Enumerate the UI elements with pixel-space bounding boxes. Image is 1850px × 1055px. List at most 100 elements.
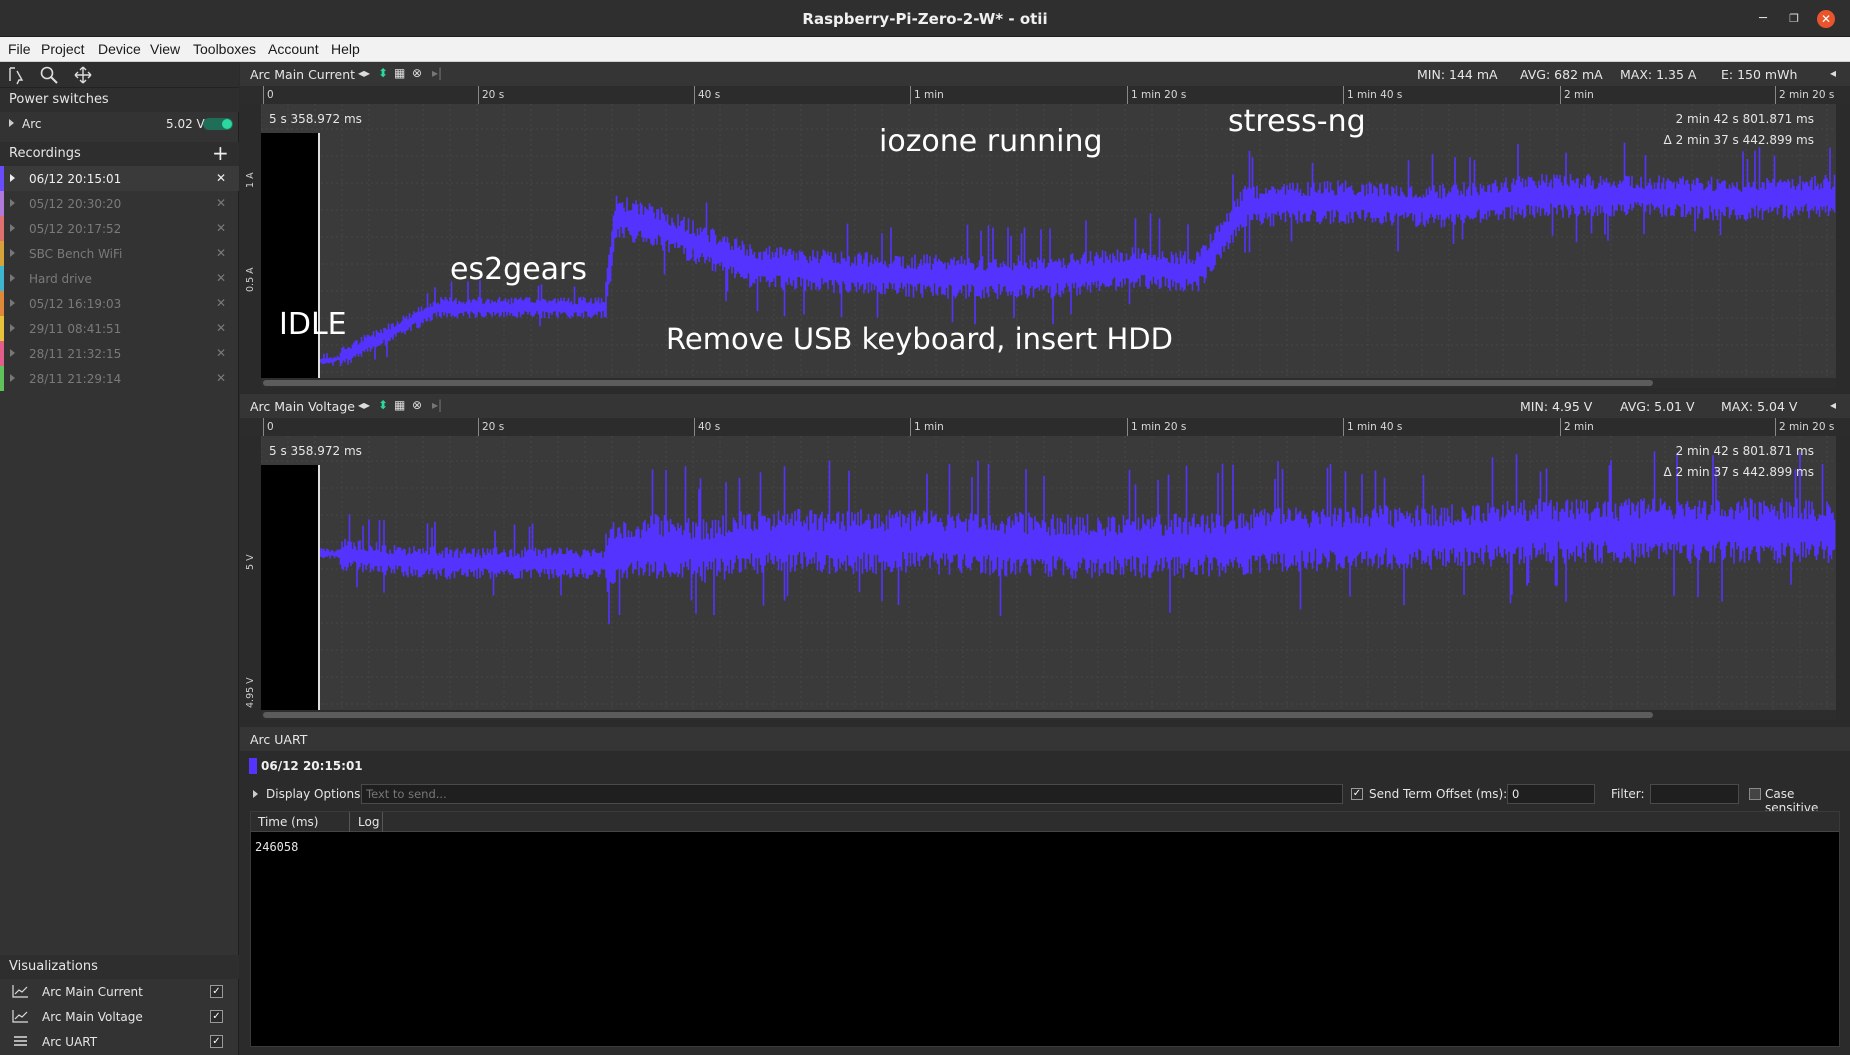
recording-item[interactable]: Hard drive ✕ xyxy=(0,266,239,291)
expand-icon[interactable] xyxy=(10,224,15,232)
vis-arc-main-current[interactable]: Arc Main Current ✓ xyxy=(0,979,239,1004)
uart-table-header: Time (ms) Log xyxy=(251,812,1839,832)
expand-icon[interactable] xyxy=(10,299,15,307)
display-options-toggle[interactable]: Display Options xyxy=(266,787,360,801)
recording-item[interactable]: 28/11 21:32:15 ✕ xyxy=(0,341,239,366)
table-row-time[interactable]: 246058 xyxy=(255,840,298,854)
current-plot[interactable]: 5 s 358.972 ms 2 min 42 s 801.871 ms Δ 2… xyxy=(261,104,1836,379)
menu-bar: File Project Device View Toolboxes Accou… xyxy=(0,37,1850,62)
play-to-end-icon[interactable]: ▸| xyxy=(432,66,442,80)
remove-recording-icon[interactable]: ✕ xyxy=(216,246,226,260)
menu-project[interactable]: Project xyxy=(41,41,85,57)
expand-icon[interactable] xyxy=(10,274,15,282)
send-text-input[interactable]: Text to send... xyxy=(361,784,1343,804)
close-button[interactable]: ✕ xyxy=(1817,10,1835,28)
send-term-checkbox[interactable]: ✓ xyxy=(1351,788,1363,800)
add-recording-button[interactable]: + xyxy=(212,141,229,165)
column-header-time[interactable]: Time (ms) xyxy=(258,815,319,829)
menu-toolboxes[interactable]: Toolboxes xyxy=(193,41,256,57)
column-header-log[interactable]: Log xyxy=(358,815,379,829)
recording-item[interactable]: 29/11 08:41:51 ✕ xyxy=(0,316,239,341)
expand-icon[interactable] xyxy=(10,174,15,182)
vis-arc-main-voltage[interactable]: Arc Main Voltage ✓ xyxy=(0,1004,239,1029)
menu-device[interactable]: Device xyxy=(98,41,141,57)
recording-item[interactable]: 28/11 21:29:14 ✕ xyxy=(0,366,239,391)
uart-panel-header: Arc UART xyxy=(240,727,1850,751)
remove-recording-icon[interactable]: ✕ xyxy=(216,221,226,235)
time-tick-mark xyxy=(1127,86,1128,104)
current-scrollbar[interactable] xyxy=(261,378,1836,388)
recording-item[interactable]: 05/12 16:19:03 ✕ xyxy=(0,291,239,316)
cursor-delta-time: Δ 2 min 37 s 442.899 ms xyxy=(1663,465,1814,479)
time-tick-label: 0 xyxy=(267,421,274,433)
cursor-left[interactable] xyxy=(318,133,320,379)
layout-icon[interactable]: ▦ xyxy=(394,398,405,412)
cursor-left[interactable] xyxy=(318,465,320,711)
time-tick-label: 20 s xyxy=(482,89,505,101)
expand-icon[interactable] xyxy=(10,374,15,382)
recording-item[interactable]: 05/12 20:17:52 ✕ xyxy=(0,216,239,241)
remove-recording-icon[interactable]: ✕ xyxy=(216,171,226,185)
power-switch-arc[interactable]: Arc 5.02 V xyxy=(0,112,239,136)
offset-input[interactable]: 0 xyxy=(1507,784,1595,804)
expand-icon[interactable] xyxy=(9,119,14,127)
vis-checkbox[interactable]: ✓ xyxy=(210,1010,223,1023)
expand-icon[interactable] xyxy=(10,324,15,332)
vis-arc-uart[interactable]: Arc UART ✓ xyxy=(0,1029,239,1054)
expand-icon[interactable] xyxy=(253,790,258,798)
recording-color-bar xyxy=(0,366,4,391)
collapse-arrow-icon[interactable]: ◂ xyxy=(1830,66,1836,80)
expand-icon[interactable] xyxy=(10,249,15,257)
menu-help[interactable]: Help xyxy=(331,41,360,57)
pan-horizontal-icon[interactable]: ◂▸ xyxy=(358,66,370,80)
remove-panel-icon[interactable]: ⊗ xyxy=(412,66,422,80)
uart-log-table[interactable]: Time (ms) Log 246058 xyxy=(250,811,1840,1047)
uart-recording-name: 06/12 20:15:01 xyxy=(261,759,363,773)
power-switches-title: Power switches xyxy=(9,92,109,107)
recording-item[interactable]: 05/12 20:30:20 ✕ xyxy=(0,191,239,216)
move-tool-icon[interactable] xyxy=(73,65,93,85)
scroll-thumb[interactable] xyxy=(263,712,1653,718)
series-trace xyxy=(261,451,1836,625)
remove-recording-icon[interactable]: ✕ xyxy=(216,271,226,285)
remove-recording-icon[interactable]: ✕ xyxy=(216,321,226,335)
selection-idle-region xyxy=(261,133,319,379)
menu-file[interactable]: File xyxy=(8,41,31,57)
remove-recording-icon[interactable]: ✕ xyxy=(216,296,226,310)
recording-label: 28/11 21:32:15 xyxy=(29,347,122,361)
annotation-stress: stress-ng xyxy=(1228,104,1366,139)
minimize-button[interactable]: ─ xyxy=(1753,9,1773,29)
menu-account[interactable]: Account xyxy=(268,41,319,57)
voltage-scrollbar[interactable] xyxy=(261,710,1836,720)
time-tick-mark xyxy=(1560,418,1561,436)
remove-recording-icon[interactable]: ✕ xyxy=(216,371,226,385)
case-sensitive-checkbox[interactable] xyxy=(1749,788,1761,800)
list-icon xyxy=(12,1034,29,1048)
remove-panel-icon[interactable]: ⊗ xyxy=(412,398,422,412)
voltage-plot[interactable]: 5 s 358.972 ms 2 min 42 s 801.871 ms Δ 2… xyxy=(261,436,1836,711)
remove-recording-icon[interactable]: ✕ xyxy=(216,346,226,360)
pan-vertical-icon[interactable]: ⬍ xyxy=(378,66,388,80)
collapse-arrow-icon[interactable]: ◂ xyxy=(1830,398,1836,412)
recording-item[interactable]: SBC Bench WiFi ✕ xyxy=(0,241,239,266)
menu-view[interactable]: View xyxy=(150,41,180,57)
play-to-end-icon[interactable]: ▸| xyxy=(432,398,442,412)
power-toggle[interactable] xyxy=(203,118,233,130)
pan-horizontal-icon[interactable]: ◂▸ xyxy=(358,398,370,412)
vis-checkbox[interactable]: ✓ xyxy=(210,1035,223,1048)
pan-vertical-icon[interactable]: ⬍ xyxy=(378,398,388,412)
line-chart-icon xyxy=(12,1009,29,1023)
recording-item[interactable]: 06/12 20:15:01 ✕ xyxy=(0,166,239,191)
recordings-title: Recordings xyxy=(9,146,81,161)
zoom-tool-icon[interactable] xyxy=(39,65,59,85)
maximize-button[interactable]: ❐ xyxy=(1784,9,1804,29)
remove-recording-icon[interactable]: ✕ xyxy=(216,196,226,210)
filter-input[interactable] xyxy=(1650,784,1739,804)
expand-icon[interactable] xyxy=(10,349,15,357)
expand-icon[interactable] xyxy=(10,199,15,207)
select-tool-icon[interactable] xyxy=(7,65,27,85)
recording-color-bar xyxy=(0,266,4,291)
scroll-thumb[interactable] xyxy=(263,380,1653,386)
vis-checkbox[interactable]: ✓ xyxy=(210,985,223,998)
layout-icon[interactable]: ▦ xyxy=(394,66,405,80)
